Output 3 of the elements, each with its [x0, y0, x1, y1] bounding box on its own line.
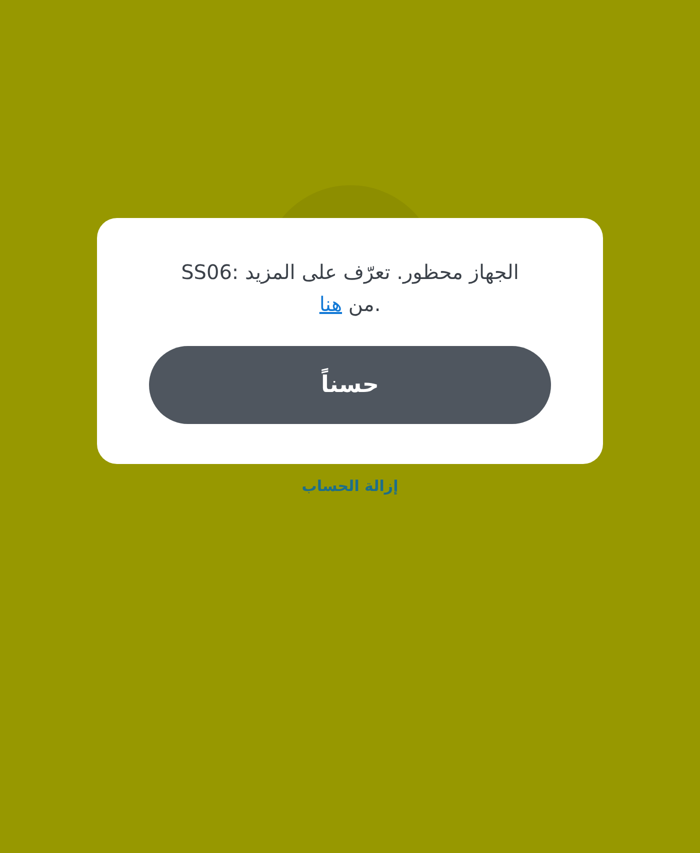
dialog-message: SS06: الجهاز محظور. تعرّف على المزيد من هنا .: [180, 259, 520, 318]
ok-button[interactable]: حسناً: [149, 346, 551, 424]
learn-more-link[interactable]: هنا: [319, 292, 342, 316]
